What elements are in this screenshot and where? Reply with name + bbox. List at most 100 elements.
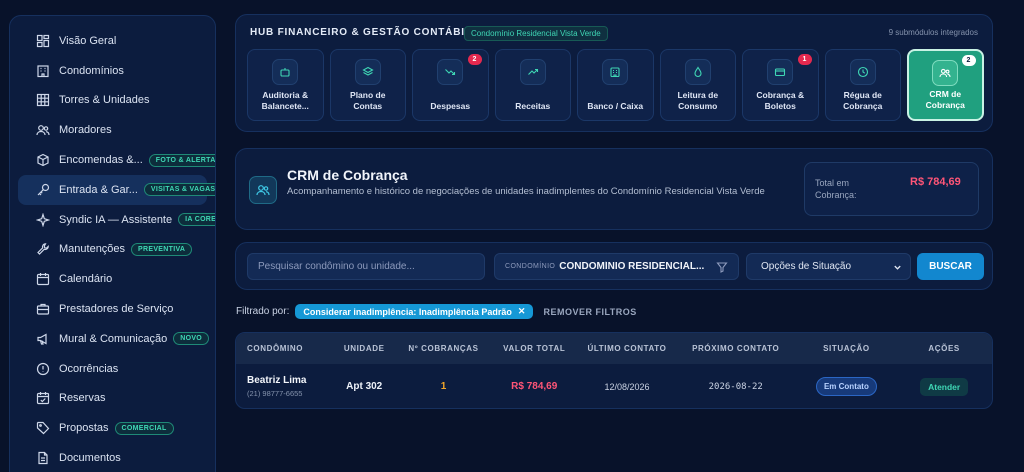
megaphone-icon xyxy=(36,332,50,346)
sidebar-badge: VISITAS & VAGAS xyxy=(143,183,215,197)
sidebar-item-label: Documentos xyxy=(59,452,121,465)
module-leitura-consumo[interactable]: Leitura de Consumo xyxy=(659,49,736,121)
document-icon xyxy=(36,451,50,465)
attend-button[interactable]: Atender xyxy=(920,377,969,396)
layers-icon xyxy=(354,59,381,85)
sidebar-item-label: Visão Geral xyxy=(59,34,117,47)
sidebar-item-label: Condomínios xyxy=(59,64,124,77)
sidebar-item-moradores[interactable]: Moradores xyxy=(18,115,207,145)
module-receitas[interactable]: Receitas xyxy=(494,49,571,121)
grid-icon xyxy=(36,93,50,107)
sidebar-item-propostas[interactable]: Propostas COMERCIAL xyxy=(18,413,207,443)
status-badge: Em Contato xyxy=(815,377,877,396)
sidebar-item-documentos[interactable]: Documentos xyxy=(18,443,207,472)
financial-hub-panel: HUB FINANCEIRO & GESTÃO CONTÁBIL Condomí… xyxy=(235,14,993,132)
sidebar-item-label: Syndic IA — Assistente xyxy=(59,213,173,226)
column-header: Nº COBRANÇAS xyxy=(408,344,479,353)
sidebar-item-label: Torres & Unidades xyxy=(59,94,150,107)
sidebar-item-syndic-ia[interactable]: Syndic IA — Assistente IA CORE xyxy=(18,205,215,235)
column-header: ÚLTIMO CONTATO xyxy=(587,344,667,353)
sidebar-item-label: Reservas xyxy=(59,392,106,405)
sidebar-item-mural[interactable]: Mural & Comunicação NOVO xyxy=(18,324,210,354)
cell-unit: Apt 302 xyxy=(346,381,383,392)
sidebar-item-label: Moradores xyxy=(59,124,112,137)
sidebar-item-ocorrencias[interactable]: Ocorrências xyxy=(18,354,207,384)
sidebar-item-label: Prestadores de Serviço xyxy=(59,303,174,316)
calendar-check-icon xyxy=(36,391,50,405)
module-cobranca-boletos[interactable]: Cobrança & Boletos 1 xyxy=(742,49,819,121)
filter-chip-label: Considerar inadimplência: Inadimplência … xyxy=(303,306,512,317)
sidebar-item-prestadores[interactable]: Prestadores de Serviço xyxy=(18,294,207,324)
hub-submodules-count: 9 submódulos integrados xyxy=(888,28,978,37)
sidebar-item-reservas[interactable]: Reservas xyxy=(18,384,207,414)
active-filters-label: Filtrado por: xyxy=(236,306,290,317)
module-badge: 1 xyxy=(797,54,812,65)
table-header: CONDÔMINO UNIDADE Nº COBRANÇAS VALOR TOT… xyxy=(236,333,992,364)
sidebar-item-calendario[interactable]: Calendário xyxy=(18,264,207,294)
sidebar-item-condominios[interactable]: Condomínios xyxy=(18,56,207,86)
briefcase-icon xyxy=(36,302,50,316)
module-auditoria[interactable]: Auditoria & Balancete... xyxy=(247,49,324,121)
module-crm-cobranca[interactable]: CRM de Cobrança 2 xyxy=(907,49,984,121)
remove-filters-link[interactable]: REMOVER FILTROS xyxy=(543,307,636,317)
close-icon[interactable]: ✕ xyxy=(518,306,526,317)
sidebar-badge: IA CORE xyxy=(178,213,215,227)
active-filters: Filtrado por: Considerar inadimplência: … xyxy=(236,304,637,319)
sidebar-item-visao-geral[interactable]: Visão Geral xyxy=(18,26,207,56)
module-badge: 2 xyxy=(467,54,482,65)
module-regua-cobranca[interactable]: Régua de Cobrança xyxy=(824,49,901,121)
filter-chip[interactable]: Considerar inadimplência: Inadimplência … xyxy=(295,304,534,319)
filter-icon xyxy=(716,261,728,273)
tag-icon xyxy=(36,421,50,435)
total-value: R$ 784,69 xyxy=(910,176,961,188)
condo-select-value: CONDOMÍNIO RESIDENCIAL... xyxy=(559,261,705,272)
sidebar-item-manutencoes[interactable]: Manutenções PREVENTIVA xyxy=(18,235,207,265)
filter-bar: Pesquisar condômino ou unidade... CONDOM… xyxy=(235,242,993,290)
search-button[interactable]: BUSCAR xyxy=(917,253,984,280)
sidebar-badge: FOTO & ALERTA xyxy=(148,153,215,167)
resident-phone: (21) 98777-6655 xyxy=(247,389,303,398)
bank-icon xyxy=(602,59,629,85)
total-label: Total em Cobrança: xyxy=(815,178,857,200)
hub-modules: Auditoria & Balancete... Plano de Contas… xyxy=(247,49,984,121)
page-description: Acompanhamento e histórico de negociaçõe… xyxy=(287,186,765,197)
page-title: CRM de Cobrança xyxy=(287,167,408,183)
module-label: Leitura de Consumo xyxy=(677,90,719,111)
module-label: Auditoria & Balancete... xyxy=(261,90,309,111)
cell-total-value: R$ 784,69 xyxy=(511,381,558,392)
users-icon xyxy=(36,123,50,137)
module-label: Plano de Contas xyxy=(350,90,386,111)
module-plano-contas[interactable]: Plano de Contas xyxy=(329,49,406,121)
condo-select[interactable]: CONDOMÍNIO CONDOMÍNIO RESIDENCIAL... xyxy=(494,253,739,280)
chevron-down-icon xyxy=(894,265,901,270)
droplet-icon xyxy=(684,59,711,85)
key-icon xyxy=(36,183,50,197)
status-select-value: Opções de Situação xyxy=(761,261,852,272)
module-label: Receitas xyxy=(515,101,551,111)
column-header: UNIDADE xyxy=(343,344,385,353)
table-row[interactable]: Beatriz Lima (21) 98777-6655 Apt 302 1 R… xyxy=(236,364,992,408)
module-label: CRM de Cobrança xyxy=(925,89,965,110)
sidebar-badge: NOVO xyxy=(173,332,210,346)
sidebar-item-entrada-garagem[interactable]: Entrada & Gar... VISITAS & VAGAS xyxy=(18,174,215,205)
cell-count: 1 xyxy=(440,381,447,392)
column-header: AÇÕES xyxy=(928,344,960,353)
sidebar: Visão Geral Condomínios Torres & Unidade… xyxy=(9,15,216,472)
column-header: VALOR TOTAL xyxy=(503,344,566,353)
module-banco-caixa[interactable]: Banco / Caixa xyxy=(577,49,654,121)
users-icon xyxy=(249,176,277,204)
search-input[interactable]: Pesquisar condômino ou unidade... xyxy=(247,253,485,280)
card-icon xyxy=(767,59,794,85)
sidebar-item-torres-unidades[interactable]: Torres & Unidades xyxy=(18,86,207,116)
alert-circle-icon xyxy=(36,362,50,376)
trend-down-icon xyxy=(437,59,464,85)
cell-last-contact: 12/08/2026 xyxy=(604,381,650,392)
sidebar-item-encomendas[interactable]: Encomendas &... FOTO & ALERTA xyxy=(18,145,215,175)
package-icon xyxy=(36,153,50,167)
hub-condo-badge: Condomínio Residencial Vista Verde xyxy=(464,26,608,41)
collections-table: CONDÔMINO UNIDADE Nº COBRANÇAS VALOR TOT… xyxy=(235,332,993,409)
sparkle-icon xyxy=(36,212,50,227)
module-despesas[interactable]: Despesas 2 xyxy=(412,49,489,121)
status-select[interactable]: Opções de Situação xyxy=(746,253,911,280)
column-header: PRÓXIMO CONTATO xyxy=(692,344,780,353)
